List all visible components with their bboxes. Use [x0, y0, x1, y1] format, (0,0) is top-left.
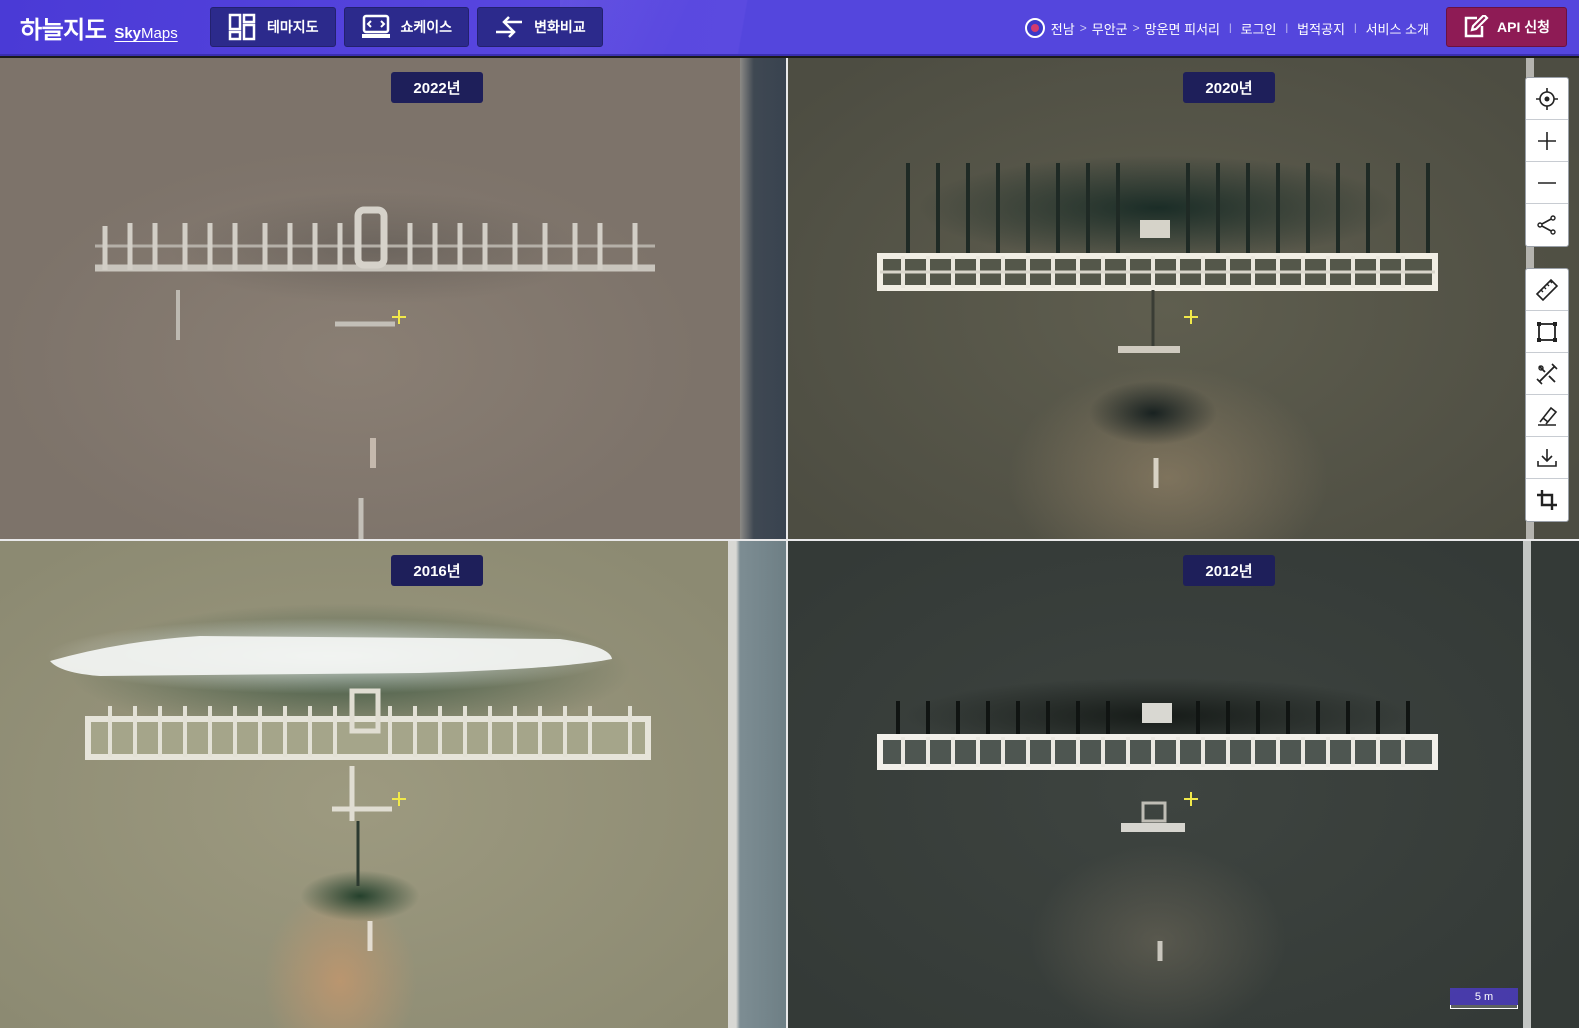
fence-structure-2020: [877, 163, 1438, 488]
crosshair-marker: [392, 792, 406, 806]
zoom-in-icon: [1538, 131, 1556, 150]
logo-english-bold: Sky: [114, 25, 142, 42]
showcase-icon: [361, 13, 391, 41]
legal-notice-link[interactable]: 법적공지: [1297, 19, 1345, 38]
crosshair-marker: [1184, 792, 1198, 806]
fence-structure-2012: [877, 701, 1438, 961]
service-intro-link[interactable]: 서비스 소개: [1366, 19, 1429, 38]
login-link[interactable]: 로그인: [1241, 19, 1277, 38]
logo-korean: 하늘지도: [20, 17, 107, 44]
year-badge: 2022년: [391, 72, 483, 103]
map-pane-2020[interactable]: 2020년: [788, 58, 1579, 539]
location-village[interactable]: 망운면 피서리: [1145, 19, 1220, 38]
logo[interactable]: 하늘지도 SkyMaps: [20, 10, 178, 44]
map-tools-group: [1525, 268, 1569, 522]
header-links: 전남 > 무안군 > 망운면 피서리 | 로그인 | 법적공지 | 서비스 소개: [1024, 0, 1429, 56]
location-province[interactable]: 전남: [1051, 19, 1075, 38]
area-measure-icon: [1537, 321, 1557, 342]
crop-button[interactable]: [1526, 479, 1568, 521]
crosshair-marker: [1184, 310, 1198, 324]
map-pane-2022[interactable]: 2022년: [0, 58, 786, 539]
api-request-label: API 신청: [1497, 19, 1550, 35]
download-icon: [1537, 448, 1557, 467]
location-county[interactable]: 무안군: [1092, 19, 1128, 38]
zoom-out-button[interactable]: [1526, 162, 1568, 204]
location-separator: >: [1079, 21, 1087, 35]
tools-icon: [1536, 362, 1558, 385]
api-request-button[interactable]: API 신청: [1446, 7, 1567, 47]
share-icon: [1537, 215, 1556, 235]
map-pane-2012[interactable]: 2012년: [788, 541, 1579, 1028]
edit-icon: [1463, 15, 1489, 39]
logo-english: SkyMaps: [114, 25, 177, 42]
theme-map-icon: [227, 13, 257, 41]
link-separator: |: [1353, 22, 1357, 34]
fence-structure-2016: [50, 636, 651, 951]
location-separator: >: [1132, 21, 1140, 35]
location-icon: [1024, 18, 1045, 38]
theme-map-label: 테마지도: [267, 19, 319, 35]
compare-icon: [494, 13, 524, 41]
year-badge: 2016년: [391, 555, 483, 586]
share-button[interactable]: [1526, 204, 1568, 246]
compare-button[interactable]: 변화비교: [477, 7, 603, 47]
scale-label: 5 m: [1450, 988, 1518, 1005]
scale-line: [1450, 1005, 1518, 1009]
pane-divider-horizontal[interactable]: [0, 539, 1579, 541]
map-pane-2016[interactable]: 2016년: [0, 541, 786, 1028]
theme-map-button[interactable]: 테마지도: [210, 7, 336, 47]
crop-icon: [1537, 490, 1557, 510]
link-separator: |: [1229, 22, 1232, 34]
download-button[interactable]: [1526, 437, 1568, 479]
year-badge: 2012년: [1183, 555, 1275, 586]
tools-button[interactable]: [1526, 353, 1568, 395]
eraser-icon: [1538, 406, 1558, 426]
ruler-icon: [1535, 278, 1559, 301]
link-separator: |: [1285, 22, 1289, 34]
top-header: 하늘지도 SkyMaps 테마지도 쇼케이스 변화비교 전남 > 무안군 > 망: [0, 0, 1579, 56]
area-measure-button[interactable]: [1526, 311, 1568, 353]
zoom-out-icon: [1538, 181, 1556, 184]
main-nav: 테마지도 쇼케이스 변화비교: [210, 7, 603, 47]
pane-divider-vertical[interactable]: [786, 58, 788, 1028]
eraser-button[interactable]: [1526, 395, 1568, 437]
ruler-button[interactable]: [1526, 269, 1568, 311]
year-badge: 2020년: [1183, 72, 1275, 103]
showcase-label: 쇼케이스: [400, 19, 453, 35]
map-scale-bar: 5 m: [1450, 988, 1518, 1010]
current-location-icon: [1536, 87, 1558, 110]
showcase-button[interactable]: 쇼케이스: [343, 7, 470, 47]
current-location-button[interactable]: [1526, 78, 1568, 120]
compare-label: 변화비교: [534, 19, 586, 35]
crosshair-marker: [392, 310, 406, 324]
zoom-in-button[interactable]: [1526, 120, 1568, 162]
fence-structure-2022: [95, 206, 655, 539]
logo-english-rest: Maps: [141, 25, 178, 42]
map-control-group: [1525, 77, 1569, 247]
